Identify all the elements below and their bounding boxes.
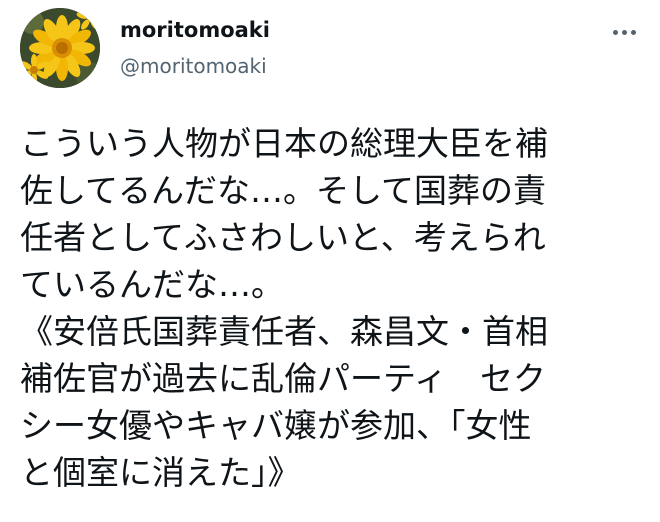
tweet-text: こういう人物が日本の総理大臣を補 佐してるんだな…。そして国葬の責 任者としてふ… bbox=[20, 120, 620, 496]
tweet-card: moritomoaki @moritomoaki こういう人物が日本の総理大臣を… bbox=[0, 0, 660, 522]
more-options-button[interactable] bbox=[604, 18, 644, 46]
sunflower-avatar-icon bbox=[20, 8, 100, 88]
user-handle[interactable]: @moritomoaki bbox=[120, 52, 270, 80]
author-info: moritomoaki @moritomoaki bbox=[120, 16, 270, 80]
tweet-text-line: 補佐官が過去に乱倫パーティ セク bbox=[20, 359, 547, 398]
tweet-text-line: ているんだな…。 bbox=[20, 265, 284, 304]
display-name[interactable]: moritomoaki bbox=[120, 16, 270, 44]
avatar[interactable] bbox=[20, 8, 100, 88]
tweet-text-line: シー女優やキャバ嬢が参加、「女性 bbox=[20, 406, 532, 445]
tweet-text-line: 任者としてふさわしいと、考えられ bbox=[20, 218, 546, 257]
tweet-text-line: 佐してるんだな…。そして国葬の責 bbox=[20, 171, 547, 210]
more-horizontal-icon bbox=[611, 29, 638, 35]
tweet-text-line: 《安倍氏国葬責任者、森昌文・首相 bbox=[20, 312, 548, 351]
tweet-text-line: と個室に消えた」》 bbox=[20, 453, 301, 492]
tweet-text-line: こういう人物が日本の総理大臣を補 bbox=[20, 124, 548, 163]
